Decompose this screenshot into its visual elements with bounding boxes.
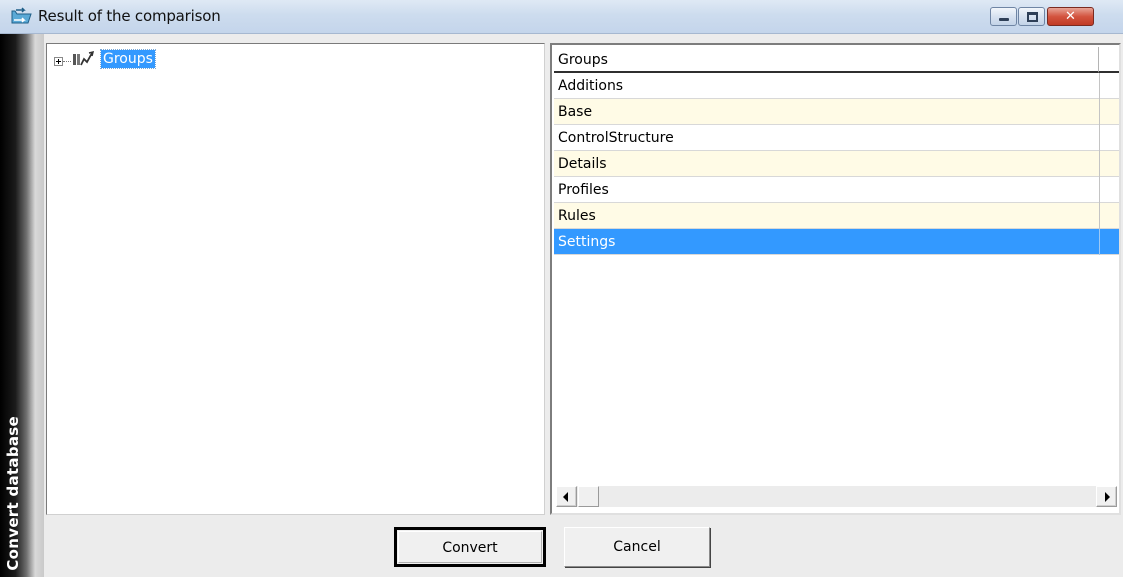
maximize-icon <box>1027 12 1038 22</box>
list-item[interactable]: Rules <box>554 203 1119 229</box>
title-bar[interactable]: Result of the comparison ✕ <box>0 0 1123 34</box>
window-title: Result of the comparison <box>38 7 221 25</box>
list-item-label: Details <box>558 156 607 172</box>
scroll-right-button[interactable] <box>1096 486 1117 507</box>
list-item[interactable]: Base <box>554 99 1119 125</box>
list-item[interactable]: Profiles <box>554 177 1119 203</box>
list-item-label: Profiles <box>558 182 609 198</box>
side-banner-label: Convert database <box>4 416 22 571</box>
maximize-button[interactable] <box>1018 7 1045 26</box>
close-button[interactable]: ✕ <box>1047 7 1094 26</box>
expand-icon[interactable] <box>54 57 63 66</box>
convert-button-label: Convert <box>398 531 542 563</box>
column-header-filler <box>1099 47 1119 73</box>
list-item[interactable]: Additions <box>554 73 1119 99</box>
list-item-label: ControlStructure <box>558 130 674 146</box>
list-item-label: Additions <box>558 78 624 94</box>
minimize-icon <box>999 18 1009 21</box>
cancel-button[interactable]: Cancel <box>564 527 710 567</box>
tables-icon <box>73 50 95 66</box>
list-item-label: Settings <box>558 234 616 250</box>
convert-button[interactable]: Convert <box>394 527 546 567</box>
scrollbar-thumb[interactable] <box>578 486 599 507</box>
list-item[interactable]: Details <box>554 151 1119 177</box>
arrow-left-icon <box>563 492 568 502</box>
list-item-label: Base <box>558 104 593 120</box>
folder-transfer-icon <box>11 7 32 24</box>
tree-item-groups[interactable]: Groups <box>100 49 156 69</box>
tree-view[interactable]: Groups <box>46 43 545 515</box>
minimize-button[interactable] <box>990 7 1017 26</box>
close-icon: ✕ <box>1065 9 1076 24</box>
tree-connector <box>63 61 71 62</box>
column-header-groups[interactable]: Groups <box>554 47 1099 73</box>
list-item-selected[interactable]: Settings <box>554 229 1119 255</box>
list-item[interactable]: ControlStructure <box>554 125 1119 151</box>
list-item-label: Rules <box>558 208 596 224</box>
arrow-right-icon <box>1105 492 1110 502</box>
groups-list[interactable]: Groups Additions Base ControlStructure D… <box>550 43 1121 515</box>
scroll-left-button[interactable] <box>556 486 577 507</box>
side-banner: Convert database <box>0 34 44 577</box>
horizontal-scrollbar[interactable] <box>556 486 1117 507</box>
